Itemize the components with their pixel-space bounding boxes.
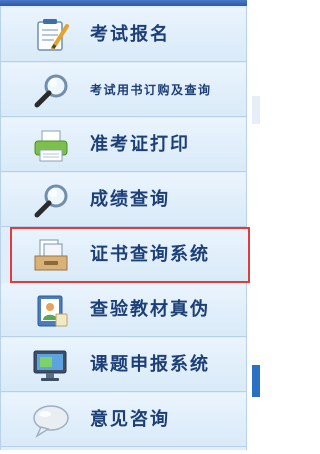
right-edge-tab (252, 365, 260, 397)
menu-item-label: 考试报名 (90, 24, 170, 45)
menu-item-book-order[interactable]: 考试用书订购及查询 (1, 63, 246, 117)
menu-item-textbook-verify[interactable]: 查验教材真伪 (1, 283, 246, 337)
menu-item-admission-print[interactable]: 准考证打印 (1, 118, 246, 172)
magnifier-icon (31, 73, 71, 109)
menu-item-label: 考试用书订购及查询 (90, 83, 212, 97)
menu-item-feedback[interactable]: 意见咨询 (1, 393, 246, 447)
chat-bubble-icon (31, 403, 71, 439)
menu-item-label: 意见咨询 (90, 409, 170, 430)
menu-item-exam-registration[interactable]: 考试报名 (1, 8, 246, 62)
menu-item-project-application[interactable]: 课题申报系统 (1, 338, 246, 392)
service-menu: 考试报名 考试用书订购及查询 准考证打印 成绩查询 证书查询系统 查验教材真伪 … (0, 6, 250, 450)
monitor-icon (31, 348, 71, 384)
page: 考试报名 考试用书订购及查询 准考证打印 成绩查询 证书查询系统 查验教材真伪 … (0, 0, 260, 454)
menu-item-certificate-query[interactable]: 证书查询系统 (10, 227, 250, 283)
menu-item-label: 准考证打印 (90, 134, 190, 155)
magnifier-icon (31, 183, 71, 219)
menu-item-label: 证书查询系统 (90, 244, 210, 265)
right-edge-panel (252, 96, 260, 124)
textbook-verify-icon (31, 293, 71, 329)
signup-notepad-icon (31, 18, 71, 54)
printer-icon (31, 128, 71, 164)
menu-item-score-query[interactable]: 成绩查询 (1, 173, 246, 227)
menu-item-label: 课题申报系统 (90, 354, 210, 375)
menu-item-label: 查验教材真伪 (90, 299, 210, 320)
menu-item-label: 成绩查询 (90, 189, 170, 210)
certificate-tray-icon (31, 238, 71, 274)
